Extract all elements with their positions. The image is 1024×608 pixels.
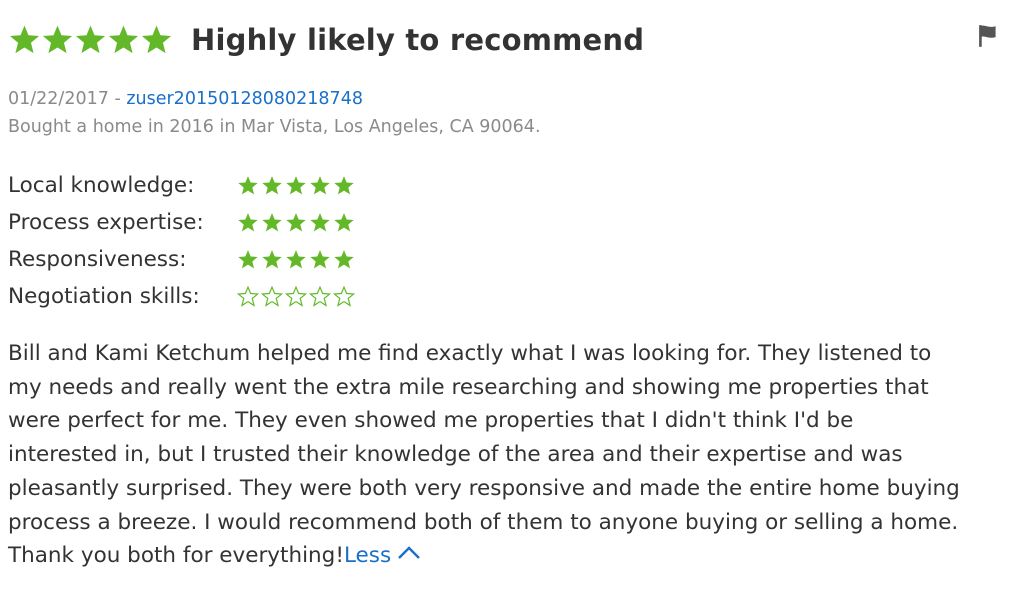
star-filled-icon — [286, 212, 306, 231]
rating-label: Local knowledge: — [8, 173, 195, 198]
flag-icon[interactable] — [975, 23, 1001, 49]
star-filled-icon — [42, 25, 73, 53]
star-empty-icon — [333, 285, 355, 307]
review-body-line: were perfect for me. They even showed me… — [8, 408, 854, 434]
star-empty-icon — [237, 285, 259, 307]
star-filled-icon — [310, 249, 330, 268]
star-filled-icon — [334, 249, 354, 268]
review-headline: Highly likely to recommend — [191, 23, 645, 57]
star-filled-icon — [238, 212, 258, 231]
rating-stars — [237, 285, 355, 308]
review-body-line: Bill and Kami Ketchum helped me find exa… — [8, 341, 932, 366]
rating-row-local-knowledge: Local knowledge: — [8, 167, 355, 204]
review-header: Highly likely to recommend — [8, 20, 644, 60]
review-body-last-line: Thank you both for everything!Less — [8, 539, 1018, 573]
star-filled-icon — [141, 25, 172, 53]
overall-rating-stars — [8, 24, 173, 57]
star-filled-icon — [262, 212, 282, 231]
star-filled-icon — [262, 249, 282, 268]
review-body-line: process a breeze. I would recommend both… — [8, 509, 959, 535]
bought-info: Bought a home in 2016 in Mar Vista, Los … — [8, 117, 541, 137]
rating-label: Negotiation skills: — [8, 284, 200, 309]
star-filled-icon — [310, 175, 330, 194]
star-filled-icon — [75, 25, 106, 53]
star-filled-icon — [334, 175, 354, 194]
meta-separator: - — [108, 89, 127, 109]
star-filled-icon — [238, 175, 258, 194]
rating-stars — [237, 175, 355, 197]
rating-row-responsiveness: Responsiveness: — [8, 241, 355, 278]
star-empty-icon — [261, 285, 283, 307]
rating-stars — [237, 249, 355, 271]
rating-label: Responsiveness: — [8, 247, 187, 272]
star-filled-icon — [108, 25, 139, 53]
review-meta: 01/22/2017 - zuser20150128080218748 — [8, 89, 363, 109]
star-filled-icon — [286, 175, 306, 194]
star-filled-icon — [334, 212, 354, 231]
rating-row-negotiation-skills: Negotiation skills: — [8, 278, 355, 315]
sub-ratings: Local knowledge: Process expertise: Resp… — [8, 167, 355, 315]
review-body: Bill and Kami Ketchum helped me find exa… — [8, 337, 1018, 573]
less-label: Less — [343, 543, 392, 569]
star-filled-icon — [262, 175, 282, 194]
review-body-line: Thank you both for everything! — [8, 543, 344, 569]
rating-label: Process expertise: — [8, 210, 204, 235]
rating-stars — [237, 212, 355, 234]
rating-row-process-expertise: Process expertise: — [8, 204, 355, 241]
review-body-line: interested in, but I trusted their knowl… — [8, 442, 903, 468]
star-empty-icon — [285, 285, 307, 307]
review-date: 01/22/2017 — [8, 89, 109, 109]
star-empty-icon — [309, 285, 331, 307]
star-filled-icon — [286, 249, 306, 268]
less-toggle-link[interactable]: Less — [344, 543, 421, 568]
review-body-line: pleasantly surprised. They were both ver… — [8, 475, 960, 501]
reviewer-username-link[interactable]: zuser20150128080218748 — [126, 89, 363, 109]
star-filled-icon — [310, 212, 330, 231]
star-filled-icon — [9, 25, 40, 53]
chevron-up-icon — [398, 546, 421, 560]
review-body-line: my needs and really went the extra mile … — [8, 374, 929, 400]
star-filled-icon — [238, 249, 258, 268]
